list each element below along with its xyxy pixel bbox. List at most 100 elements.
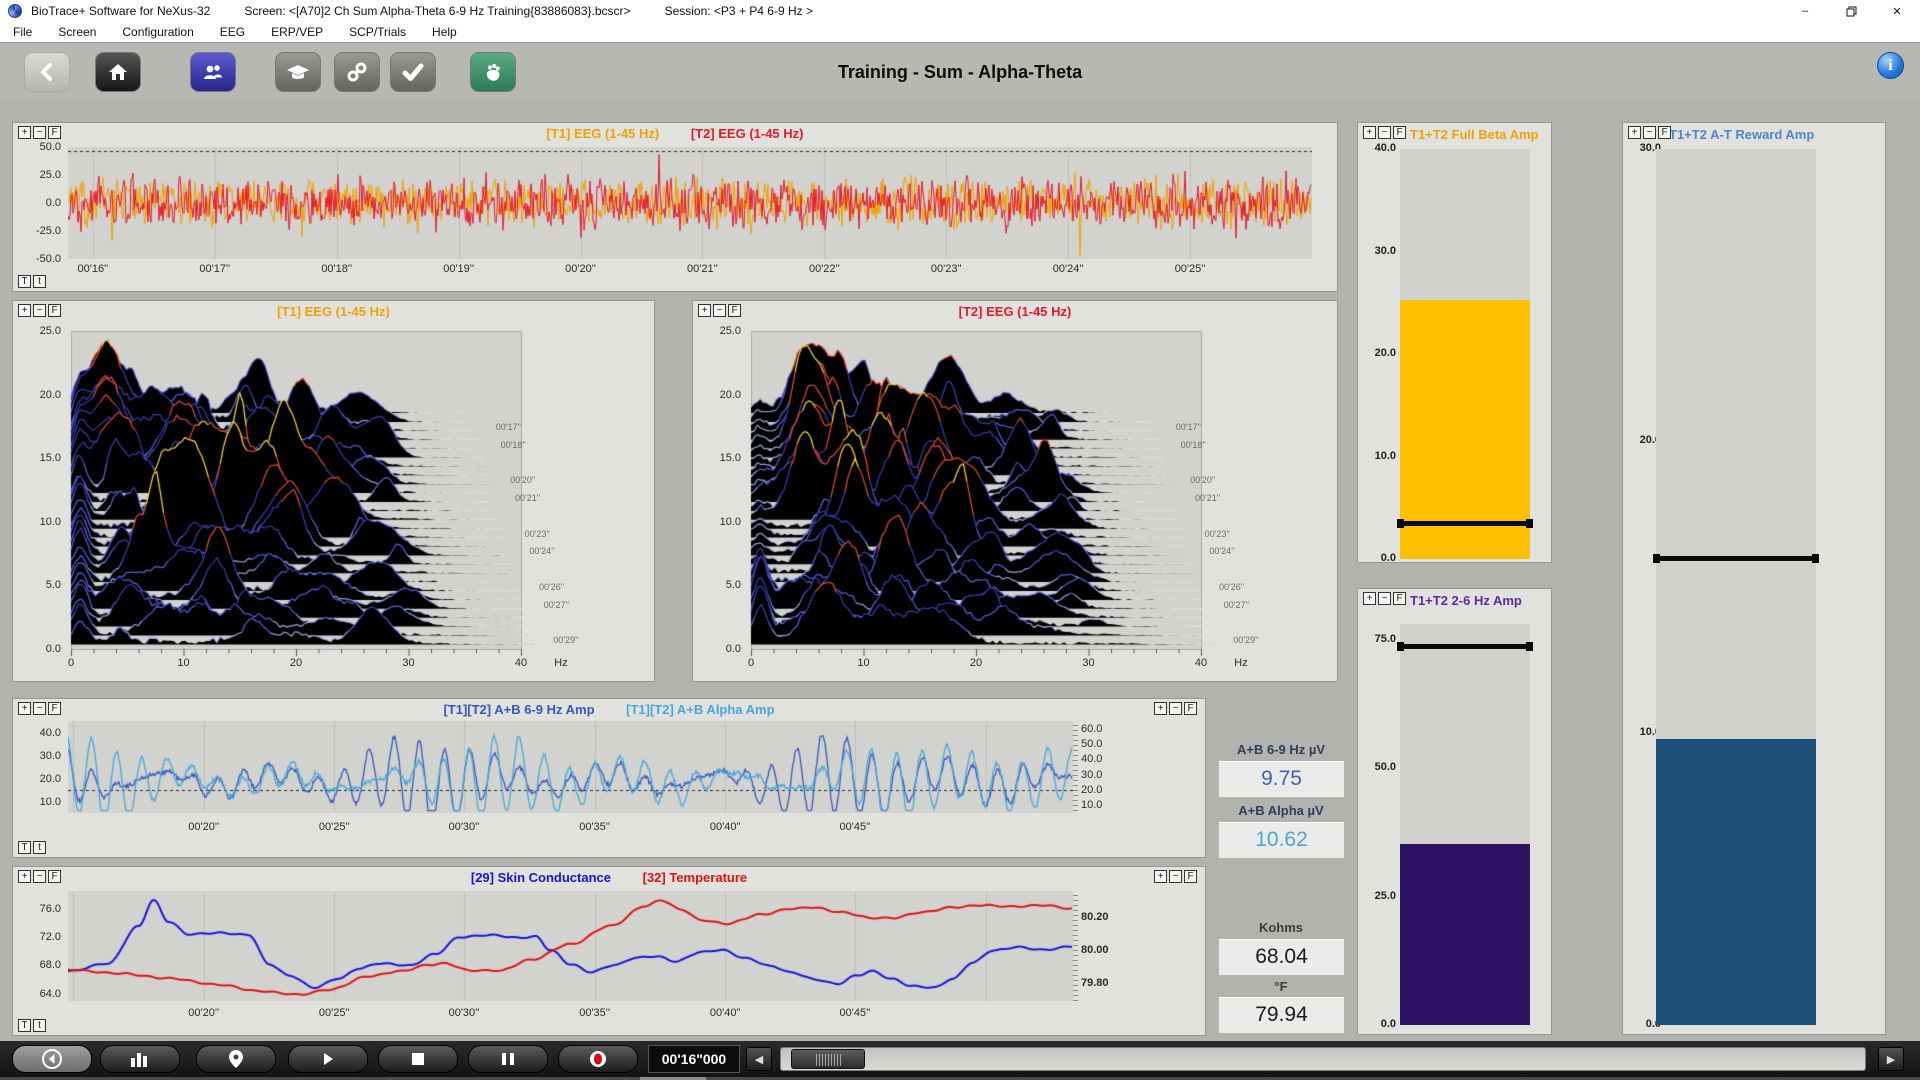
full-scale-button[interactable]: F bbox=[48, 702, 61, 715]
timebase-alt-button[interactable]: t bbox=[33, 1019, 46, 1032]
zoom-out-button[interactable]: − bbox=[1643, 126, 1656, 139]
timeline-scrollbar[interactable] bbox=[780, 1047, 1866, 1071]
scroll-right-button[interactable]: ▶ bbox=[1878, 1047, 1904, 1071]
zoom-in-button[interactable]: + bbox=[18, 126, 31, 139]
window-controls: – ✕ bbox=[1782, 0, 1920, 22]
stop-icon bbox=[411, 1052, 425, 1066]
menu-item-screen[interactable]: Screen bbox=[45, 25, 109, 39]
zoom-out-button[interactable]: − bbox=[1169, 870, 1182, 883]
restore-button[interactable] bbox=[1828, 0, 1874, 22]
full-scale-button[interactable]: F bbox=[728, 304, 741, 317]
time-label: 00'24'' bbox=[529, 546, 554, 556]
zoom-out-button[interactable]: − bbox=[1378, 126, 1391, 139]
x-axis-time-label: 00'20'' bbox=[188, 821, 219, 833]
main-toolbar: Training - Sum - Alpha-Theta i bbox=[0, 42, 1920, 100]
statistics-button[interactable] bbox=[100, 1045, 180, 1073]
y-axis-label: -50.0 bbox=[21, 253, 61, 265]
full-scale-button[interactable]: F bbox=[1658, 126, 1671, 139]
frequency-axis-label: 20 bbox=[290, 657, 302, 669]
zoom-in-button[interactable]: + bbox=[698, 304, 711, 317]
link-button[interactable] bbox=[334, 52, 380, 92]
zoom-in-button[interactable]: + bbox=[18, 702, 31, 715]
full-scale-button[interactable]: F bbox=[1393, 592, 1406, 605]
session-label: Session: <P3 + P4 6-9 Hz > bbox=[665, 4, 813, 18]
play-button[interactable] bbox=[288, 1045, 368, 1073]
timebase-button[interactable]: T bbox=[18, 1019, 31, 1032]
pause-button[interactable] bbox=[468, 1045, 548, 1073]
menu-item-configuration[interactable]: Configuration bbox=[109, 25, 206, 39]
threshold-line[interactable] bbox=[1654, 556, 1818, 561]
close-button[interactable]: ✕ bbox=[1874, 0, 1920, 22]
back-button[interactable] bbox=[24, 52, 70, 92]
right-axis-label: 80.00 bbox=[1081, 944, 1121, 956]
y-axis-label: 68.0 bbox=[21, 959, 61, 971]
scrollbar-thumb[interactable] bbox=[791, 1049, 865, 1069]
scroll-left-button[interactable]: ◀ bbox=[746, 1047, 772, 1071]
x-axis-time-label: 00'30'' bbox=[449, 821, 480, 833]
home-button[interactable] bbox=[95, 52, 141, 92]
transport-bar: 00'16"000 ◀ ▶ bbox=[0, 1041, 1920, 1077]
threshold-line[interactable] bbox=[1398, 644, 1532, 649]
menu-item-scptrials[interactable]: SCP/Trials bbox=[336, 25, 419, 39]
right-axis-ticks bbox=[1073, 891, 1078, 1001]
menu-item-erpvep[interactable]: ERP/VEP bbox=[258, 25, 336, 39]
temperature-title: [32] Temperature bbox=[643, 870, 748, 885]
zoom-in-button[interactable]: + bbox=[18, 304, 31, 317]
session-nav-button[interactable] bbox=[12, 1045, 92, 1073]
menu-item-eeg[interactable]: EEG bbox=[207, 25, 258, 39]
tasks-button[interactable] bbox=[390, 52, 436, 92]
x-axis-time-label: 00'20'' bbox=[565, 263, 596, 275]
timebase-alt-button[interactable]: t bbox=[33, 841, 46, 854]
full-scale-button[interactable]: F bbox=[1184, 870, 1197, 883]
full-scale-button[interactable]: F bbox=[48, 870, 61, 883]
marker-button[interactable] bbox=[196, 1045, 276, 1073]
zoom-in-button[interactable]: + bbox=[1154, 870, 1167, 883]
zoom-in-button[interactable]: + bbox=[1154, 702, 1167, 715]
education-button[interactable] bbox=[275, 52, 321, 92]
timebase-alt-button[interactable]: t bbox=[33, 275, 46, 288]
full-scale-button[interactable]: F bbox=[48, 126, 61, 139]
zoom-in-button[interactable]: + bbox=[1628, 126, 1641, 139]
zoom-out-button[interactable]: − bbox=[1169, 702, 1182, 715]
zoom-out-button[interactable]: − bbox=[33, 304, 46, 317]
bar-track bbox=[1400, 149, 1530, 559]
stop-button[interactable] bbox=[378, 1045, 458, 1073]
zoom-out-button[interactable]: − bbox=[1378, 592, 1391, 605]
zoom-in-button[interactable]: + bbox=[18, 870, 31, 883]
eeg-lines-canvas bbox=[68, 147, 1312, 259]
threshold-line[interactable] bbox=[1398, 521, 1532, 526]
x-axis-time-label: 00'40'' bbox=[710, 1007, 741, 1019]
graduation-cap-icon bbox=[286, 63, 310, 81]
zoom-out-button[interactable]: − bbox=[33, 126, 46, 139]
x-axis-time-label: 00'35'' bbox=[579, 1007, 610, 1019]
zoom-out-button[interactable]: − bbox=[713, 304, 726, 317]
zoom-out-button[interactable]: − bbox=[33, 870, 46, 883]
y-axis-label: 15.0 bbox=[21, 452, 61, 464]
info-icon[interactable]: i bbox=[1877, 52, 1904, 79]
timebase-button[interactable]: T bbox=[18, 841, 31, 854]
marker-icon bbox=[228, 1049, 244, 1069]
right-axis-label: 30.0 bbox=[1081, 769, 1121, 781]
frequency-axis-label: 10 bbox=[857, 657, 869, 669]
record-button[interactable] bbox=[558, 1045, 638, 1073]
readout-value: 9.75 bbox=[1218, 760, 1345, 798]
zoom-in-button[interactable]: + bbox=[1363, 592, 1376, 605]
full-scale-button[interactable]: F bbox=[1393, 126, 1406, 139]
zoom-out-button[interactable]: − bbox=[33, 702, 46, 715]
eeg-lines-panel: +−F [T1] EEG (1-45 Hz) [T2] EEG (1-45 Hz… bbox=[12, 122, 1338, 292]
brain-icon bbox=[482, 61, 504, 83]
menu-item-help[interactable]: Help bbox=[419, 25, 470, 39]
readout-label: °F bbox=[1206, 979, 1356, 994]
neurofeedback-button[interactable] bbox=[470, 52, 516, 92]
menu-item-file[interactable]: File bbox=[0, 25, 45, 39]
amplitude-lines-canvas bbox=[68, 721, 1073, 813]
bar-fill bbox=[1656, 739, 1816, 1025]
clients-button[interactable] bbox=[190, 52, 236, 92]
at-reward-bar-title: T1+T2 A-T Reward Amp bbox=[1669, 127, 1814, 142]
zoom-in-button[interactable]: + bbox=[1363, 126, 1376, 139]
x-axis-time-label: 00'21'' bbox=[687, 263, 718, 275]
full-scale-button[interactable]: F bbox=[1184, 702, 1197, 715]
timebase-button[interactable]: T bbox=[18, 275, 31, 288]
full-scale-button[interactable]: F bbox=[48, 304, 61, 317]
minimize-button[interactable]: – bbox=[1782, 0, 1828, 22]
